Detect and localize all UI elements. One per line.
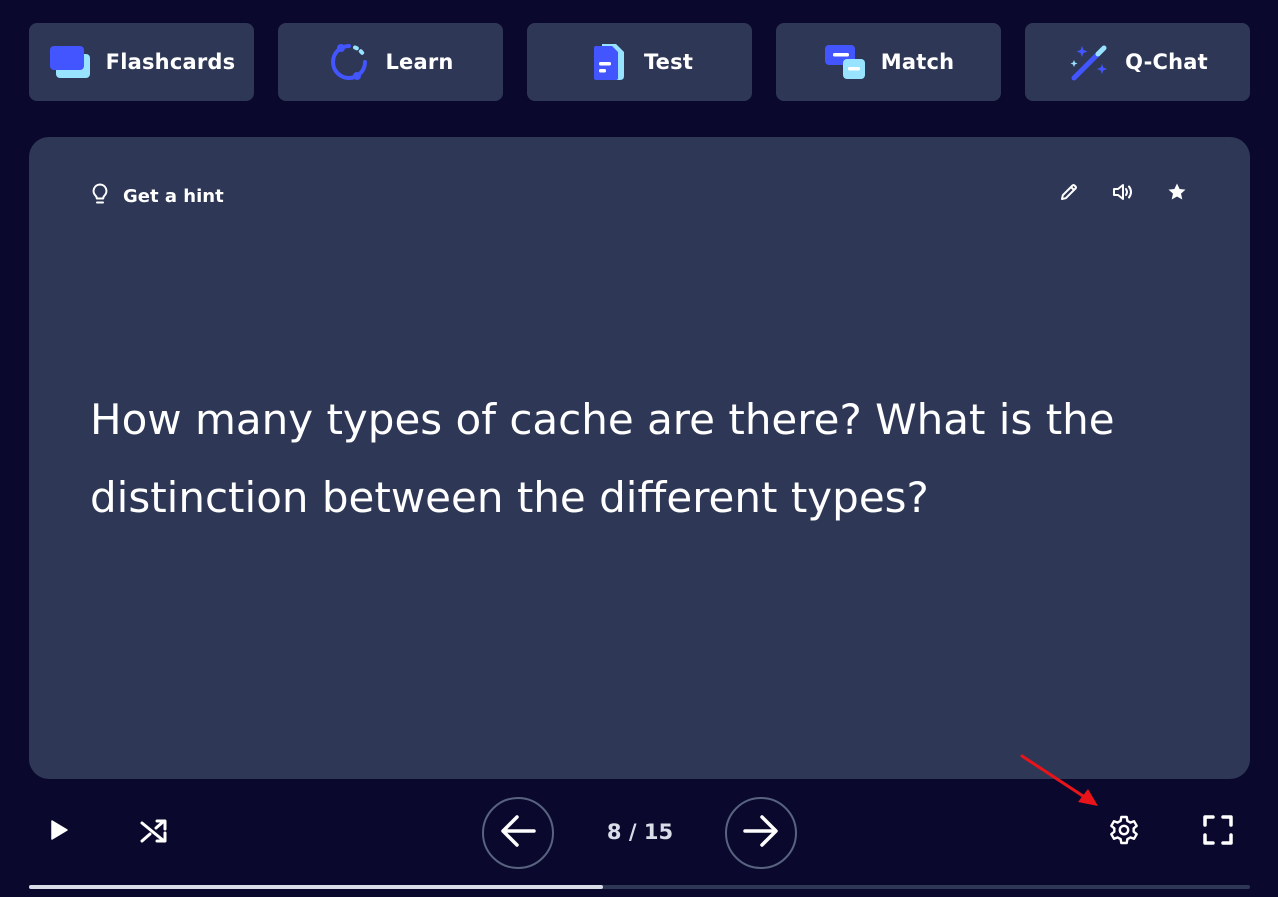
learn-icon (327, 40, 371, 84)
fullscreen-button[interactable] (1200, 814, 1236, 850)
mode-qchat-button[interactable]: Q-Chat (1025, 23, 1250, 101)
flashcard-study-page: Flashcards Learn Test Match Q-Chat Get a… (0, 0, 1278, 897)
mode-match-button[interactable]: Match (776, 23, 1001, 101)
study-progress-bar (29, 885, 1250, 889)
flashcard[interactable]: Get a hint How many types of cache are t… (29, 137, 1250, 779)
mode-flashcards-label: Flashcards (105, 50, 236, 74)
match-icon (823, 40, 867, 84)
test-icon (586, 40, 630, 84)
get-hint-button[interactable]: Get a hint (91, 183, 224, 209)
study-progress-fill (29, 885, 603, 889)
arrow-left-icon (498, 813, 538, 853)
mode-qchat-label: Q-Chat (1125, 50, 1208, 74)
mode-flashcards-button[interactable]: Flashcards (29, 23, 254, 101)
fullscreen-icon (1202, 814, 1234, 850)
flashcards-icon (48, 40, 92, 84)
shuffle-button[interactable] (137, 816, 171, 850)
card-counter: 8 / 15 (606, 820, 674, 844)
mode-test-button[interactable]: Test (527, 23, 752, 101)
magic-wand-icon (1067, 40, 1111, 84)
audio-icon[interactable] (1112, 181, 1134, 203)
lightbulb-icon (91, 183, 109, 209)
play-icon (48, 818, 70, 846)
next-card-button[interactable] (725, 797, 797, 869)
hint-label: Get a hint (123, 185, 224, 207)
mode-match-label: Match (880, 50, 955, 74)
star-icon[interactable] (1166, 181, 1188, 203)
mode-learn-label: Learn (385, 50, 454, 74)
flashcard-controls: 8 / 15 (29, 796, 1250, 870)
settings-button[interactable] (1106, 814, 1142, 850)
edit-icon[interactable] (1058, 181, 1080, 203)
study-modes-bar: Flashcards Learn Test Match Q-Chat (29, 23, 1250, 101)
shuffle-icon (139, 817, 169, 849)
arrow-right-icon (741, 813, 781, 853)
play-button[interactable] (43, 816, 75, 848)
mode-learn-button[interactable]: Learn (278, 23, 503, 101)
card-actions (1058, 181, 1188, 203)
previous-card-button[interactable] (482, 797, 554, 869)
flashcard-term-text: How many types of cache are there? What … (90, 395, 1115, 522)
gear-icon (1108, 814, 1140, 850)
mode-test-label: Test (643, 50, 694, 74)
